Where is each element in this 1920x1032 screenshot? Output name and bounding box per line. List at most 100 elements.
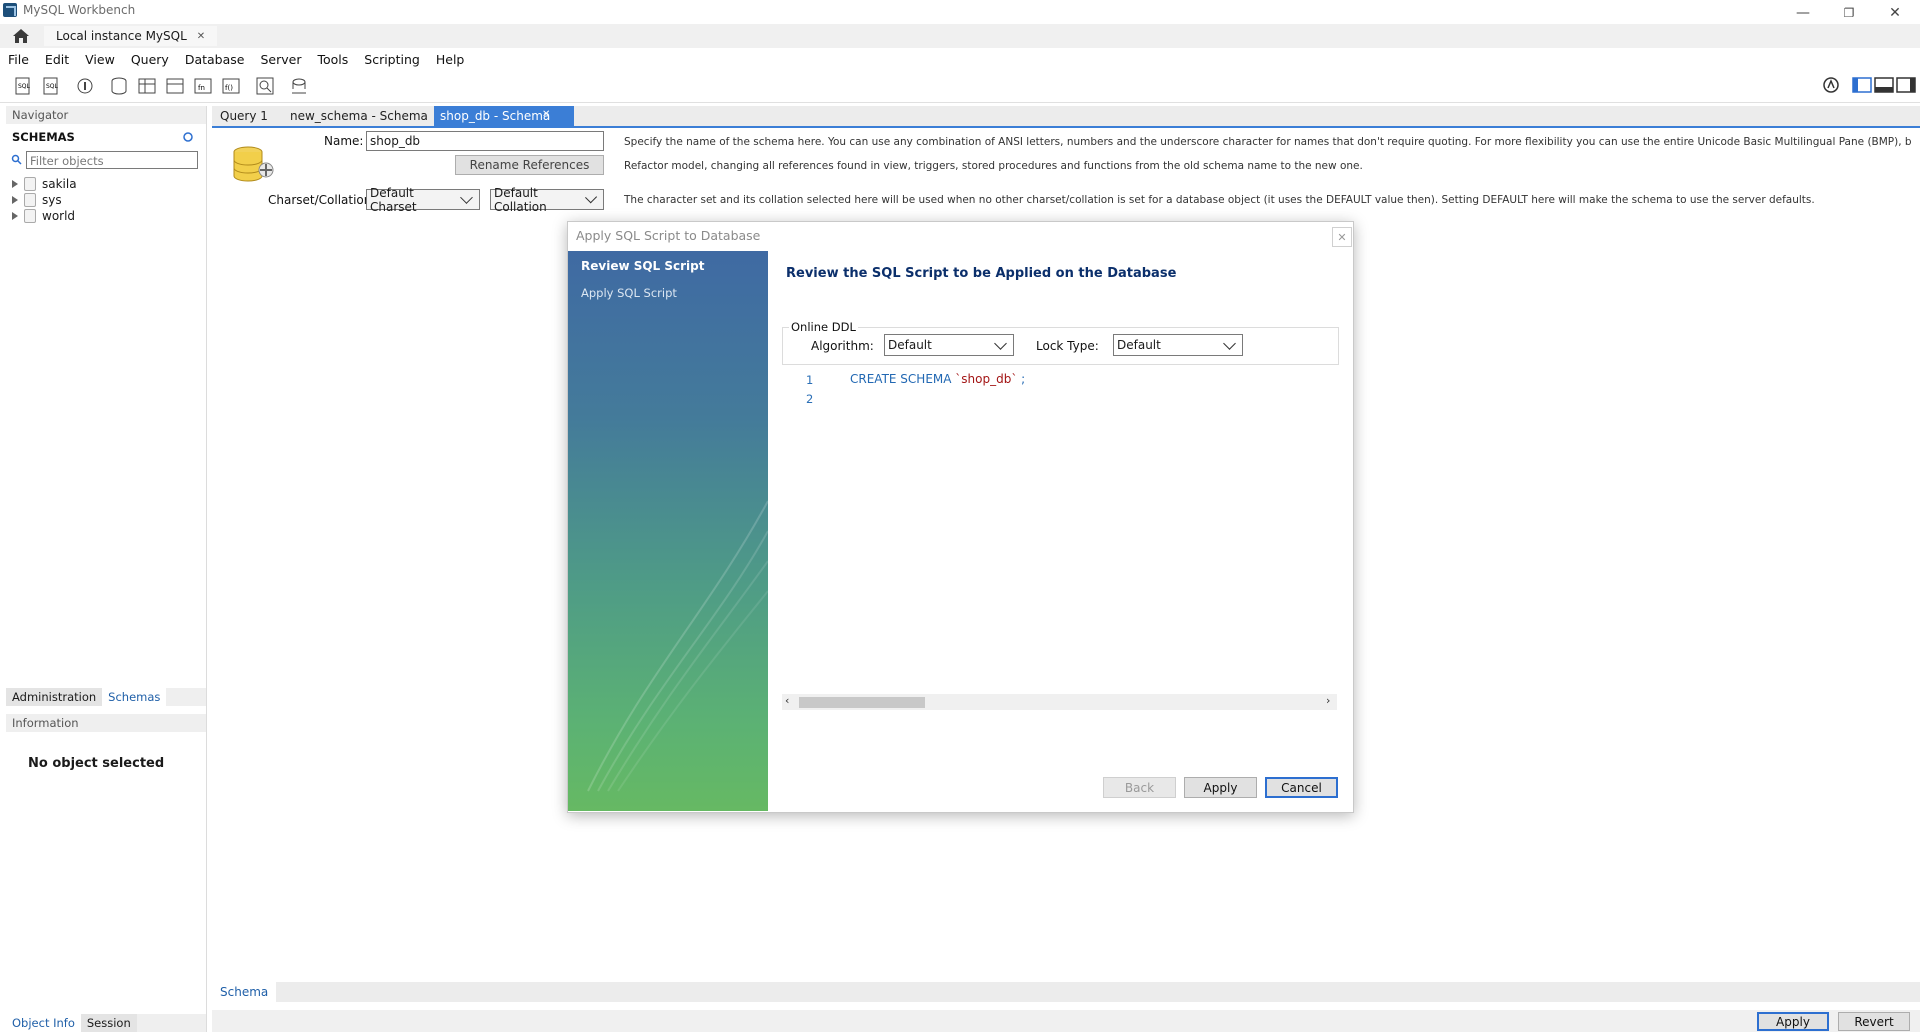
navigator-tabs: Administration Schemas xyxy=(6,688,206,706)
back-button[interactable]: Back xyxy=(1103,777,1176,798)
restore-icon[interactable]: ❐ xyxy=(1826,1,1872,25)
schema-name: sakila xyxy=(42,177,77,191)
reconnect-icon[interactable] xyxy=(288,75,310,97)
close-tab-icon[interactable]: ✕ xyxy=(197,31,205,42)
cancel-button[interactable]: Cancel xyxy=(1265,777,1338,798)
scroll-right-icon[interactable]: › xyxy=(1326,694,1330,707)
expand-arrow-icon[interactable] xyxy=(12,180,18,188)
name-label: Name: xyxy=(324,134,364,148)
wizard-decoration-lines xyxy=(587,500,768,792)
algorithm-value: Default xyxy=(888,338,932,352)
expand-arrow-icon[interactable] xyxy=(12,212,18,220)
sql-script-editor[interactable] xyxy=(782,366,1337,708)
menu-server[interactable]: Server xyxy=(252,52,309,67)
editor-bottom-tabs xyxy=(212,982,1920,1002)
mysql-workbench-logo-icon xyxy=(3,3,17,17)
tab-session[interactable]: Session xyxy=(80,1014,137,1032)
schema-tree-item-world[interactable]: world xyxy=(12,208,75,224)
tab-schemas[interactable]: Schemas xyxy=(102,688,167,706)
database-icon xyxy=(24,193,36,207)
tab-object-info[interactable]: Object Info xyxy=(6,1014,81,1032)
menu-edit[interactable]: Edit xyxy=(37,52,77,67)
connection-tab-bar xyxy=(0,24,1920,49)
window-title: MySQL Workbench xyxy=(23,3,136,17)
step-apply-sql-script: Apply SQL Script xyxy=(581,286,677,300)
scroll-left-icon[interactable]: ‹ xyxy=(785,694,789,707)
database-icon xyxy=(24,209,36,223)
tab-schema[interactable]: Schema xyxy=(212,982,277,1002)
collation-value: Default Collation xyxy=(494,185,547,214)
apply-button[interactable]: Apply xyxy=(1184,777,1257,798)
create-table-icon[interactable] xyxy=(136,75,158,97)
menu-help[interactable]: Help xyxy=(428,52,473,67)
filter-objects-input[interactable]: Filter objects xyxy=(26,151,198,169)
preferences-icon[interactable] xyxy=(1822,76,1840,94)
line-number: 2 xyxy=(806,392,814,406)
refresh-icon[interactable] xyxy=(182,131,194,143)
algorithm-label: Algorithm: xyxy=(811,339,874,353)
tab-query-1[interactable]: Query 1 xyxy=(214,106,274,126)
open-sql-script-icon[interactable]: SQL xyxy=(40,75,62,97)
revert-button[interactable]: Revert xyxy=(1838,1012,1910,1031)
information-header: Information xyxy=(6,714,206,732)
svg-text:SQL: SQL xyxy=(18,83,31,90)
apply-changes-button[interactable]: Apply xyxy=(1757,1012,1829,1031)
schema-name: sys xyxy=(42,193,62,207)
tab-administration[interactable]: Administration xyxy=(6,688,103,706)
lock-type-value: Default xyxy=(1117,338,1161,352)
search-table-data-icon[interactable] xyxy=(254,75,276,97)
connection-tab[interactable]: Local instance MySQL ✕ xyxy=(44,26,218,46)
refactor-description: Refactor model, changing all references … xyxy=(624,160,1363,172)
lock-type-select[interactable]: Default xyxy=(1113,334,1243,356)
schema-name: world xyxy=(42,209,76,223)
inspector-icon[interactable] xyxy=(74,75,96,97)
tab-new-schema[interactable]: new_schema - Schema xyxy=(284,106,434,126)
create-procedure-icon[interactable]: fn xyxy=(192,75,214,97)
menu-view[interactable]: View xyxy=(77,52,123,67)
navigator-header: Navigator xyxy=(6,106,206,124)
scrollbar-thumb[interactable] xyxy=(799,697,925,708)
dialog-title: Apply SQL Script to Database xyxy=(576,228,761,243)
menu-query[interactable]: Query xyxy=(123,52,177,67)
charset-select[interactable]: Default Charset xyxy=(366,186,480,214)
algorithm-select[interactable]: Default xyxy=(884,334,1014,356)
svg-text:fn: fn xyxy=(198,84,205,92)
tab-label: shop_db - Schema xyxy=(440,109,551,123)
toggle-sidebar-icon[interactable] xyxy=(1852,76,1872,94)
create-schema-icon[interactable] xyxy=(108,75,130,97)
dialog-close-icon[interactable]: ✕ xyxy=(1332,227,1352,247)
charset-collation-label: Charset/Collation: xyxy=(268,193,376,207)
menu-file[interactable]: File xyxy=(0,52,37,67)
menu-database[interactable]: Database xyxy=(177,52,253,67)
schema-name-input[interactable]: shop_db xyxy=(366,131,604,151)
menu-scripting[interactable]: Scripting xyxy=(356,52,428,67)
schema-tree-item-sys[interactable]: sys xyxy=(12,192,62,208)
tab-shop-db-schema[interactable]: shop_db - Schema xyxy=(434,106,575,126)
expand-arrow-icon[interactable] xyxy=(12,196,18,204)
search-icon xyxy=(11,154,22,165)
sql-terminator: ; xyxy=(1017,372,1026,386)
title-bar xyxy=(0,0,1920,23)
chevron-down-icon xyxy=(1223,336,1236,350)
new-sql-tab-icon[interactable]: SQL xyxy=(12,75,34,97)
home-icon[interactable] xyxy=(10,26,32,46)
toggle-output-icon[interactable] xyxy=(1874,76,1894,94)
schema-tree-item-sakila[interactable]: sakila xyxy=(12,176,77,192)
charset-value: Default Charset xyxy=(370,185,417,214)
close-window-icon[interactable]: ✕ xyxy=(1872,1,1918,25)
wizard-sidebar xyxy=(568,251,768,811)
rename-references-button[interactable]: Rename References xyxy=(455,155,604,175)
navigator-panel xyxy=(6,106,207,1032)
collation-select[interactable]: Default Collation xyxy=(490,186,604,214)
status-bar xyxy=(212,1010,1920,1032)
connection-tab-label: Local instance MySQL xyxy=(56,29,187,43)
close-tab-icon[interactable]: ✕ xyxy=(542,109,550,120)
chevron-down-icon xyxy=(994,336,1007,350)
toggle-secondary-sidebar-icon[interactable] xyxy=(1896,76,1916,94)
create-view-icon[interactable] xyxy=(164,75,186,97)
minimize-icon[interactable]: — xyxy=(1780,1,1826,25)
menu-tools[interactable]: Tools xyxy=(309,52,356,67)
no-object-selected-text: No object selected xyxy=(28,756,165,771)
create-function-icon[interactable]: f() xyxy=(220,75,242,97)
menu-bar: File Edit View Query Database Server Too… xyxy=(0,48,1920,70)
